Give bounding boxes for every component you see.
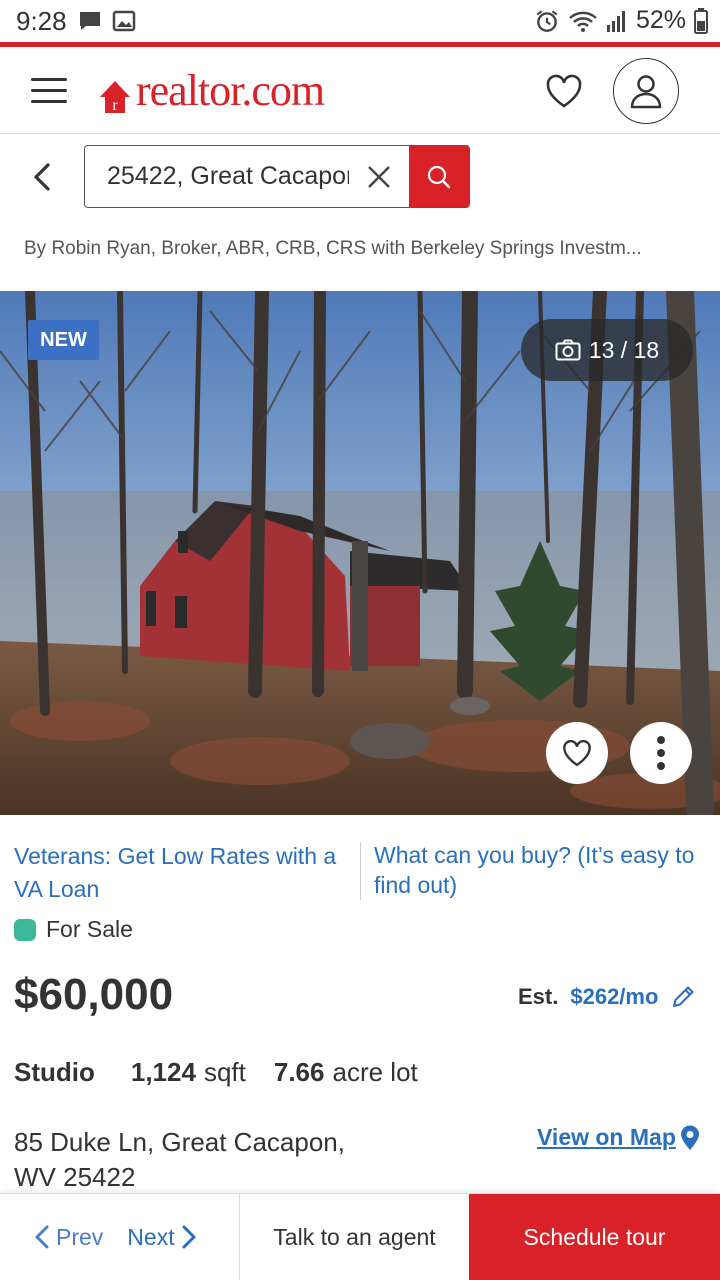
- logo-house-icon: r: [100, 81, 130, 114]
- back-icon[interactable]: [28, 160, 58, 194]
- next-button[interactable]: Next: [127, 1224, 196, 1251]
- address-line1: 85 Duke Ln, Great Cacapon,: [14, 1127, 345, 1157]
- schedule-tour-button[interactable]: Schedule tour: [469, 1194, 720, 1280]
- sale-status: For Sale: [14, 916, 133, 943]
- app-header: r realtor.com: [0, 47, 720, 134]
- pencil-icon[interactable]: [670, 984, 696, 1010]
- battery-icon: [694, 7, 708, 34]
- more-options-button[interactable]: [630, 722, 692, 784]
- save-listing-button[interactable]: [546, 722, 608, 784]
- heart-icon[interactable]: [544, 71, 584, 111]
- listing-navigation: Prev Next: [0, 1194, 240, 1280]
- wifi-icon: [569, 11, 597, 32]
- heart-icon: [563, 739, 591, 767]
- va-loan-link[interactable]: Veterans: Get Low Rates with a VA Loan: [14, 840, 344, 906]
- more-vertical-icon: [657, 736, 665, 770]
- talk-to-agent-button[interactable]: Talk to an agent: [240, 1194, 469, 1280]
- view-on-map-link[interactable]: View on Map: [537, 1124, 701, 1151]
- status-bar: 9:28 52%: [0, 0, 720, 44]
- search-bar: [84, 145, 470, 208]
- next-label: Next: [127, 1223, 175, 1250]
- listing-photo[interactable]: NEW 13 / 18: [0, 291, 720, 815]
- logo-text: realtor.com: [136, 66, 325, 115]
- user-icon[interactable]: [613, 58, 679, 124]
- prev-label: Prev: [56, 1223, 104, 1250]
- beds-value: Studio: [14, 1057, 95, 1087]
- sqft-unit: sqft: [203, 1057, 246, 1087]
- camera-icon: [555, 339, 581, 361]
- listing-address: 85 Duke Ln, Great Cacapon, WV 25422: [14, 1125, 434, 1195]
- menu-icon[interactable]: [31, 78, 67, 104]
- realtor-logo[interactable]: r realtor.com: [98, 65, 325, 117]
- sale-status-label: For Sale: [46, 916, 133, 942]
- map-pin-icon: [680, 1125, 699, 1150]
- new-badge: NEW: [28, 320, 99, 360]
- clear-icon[interactable]: [349, 146, 409, 207]
- signal-icon: [606, 10, 625, 32]
- search-input[interactable]: [85, 146, 349, 207]
- affordability-link[interactable]: What can you buy? (It’s easy to find out…: [374, 840, 704, 900]
- battery-percent: 52%: [635, 6, 686, 34]
- view-on-map-label: View on Map: [537, 1124, 676, 1150]
- sqft-value: 1,124: [130, 1057, 196, 1087]
- lot-unit: acre lot: [332, 1057, 418, 1087]
- image-icon: [112, 10, 136, 32]
- status-time: 9:28: [16, 6, 67, 36]
- chevron-right-icon: [182, 1225, 196, 1249]
- prev-button[interactable]: Prev: [34, 1224, 103, 1251]
- search-icon[interactable]: [409, 146, 469, 207]
- property-facts: Studio 1,124 sqft 7.66 acre lot: [14, 1057, 418, 1088]
- promo-divider: [360, 842, 361, 900]
- chat-icon: [80, 12, 100, 30]
- chevron-left-icon: [35, 1225, 49, 1249]
- svg-text:r: r: [112, 97, 118, 114]
- alarm-icon: [536, 9, 558, 32]
- lot-value: 7.66: [273, 1057, 325, 1087]
- status-dot-icon: [14, 918, 36, 941]
- est-label: Est.: [518, 984, 559, 1009]
- broker-line: By Robin Ryan, Broker, ABR, CRB, CRS wit…: [24, 238, 642, 259]
- bottom-action-bar: Prev Next Talk to an agent Schedule tour: [0, 1193, 720, 1280]
- est-value[interactable]: $262/mo: [570, 984, 658, 1010]
- address-line2: WV 25422: [14, 1162, 136, 1192]
- monthly-estimate[interactable]: Est. $262/mo: [518, 984, 696, 1010]
- photo-counter-text: 13 / 18: [588, 336, 660, 363]
- photo-counter[interactable]: 13 / 18: [521, 319, 693, 381]
- listing-price: $60,000: [14, 970, 174, 1019]
